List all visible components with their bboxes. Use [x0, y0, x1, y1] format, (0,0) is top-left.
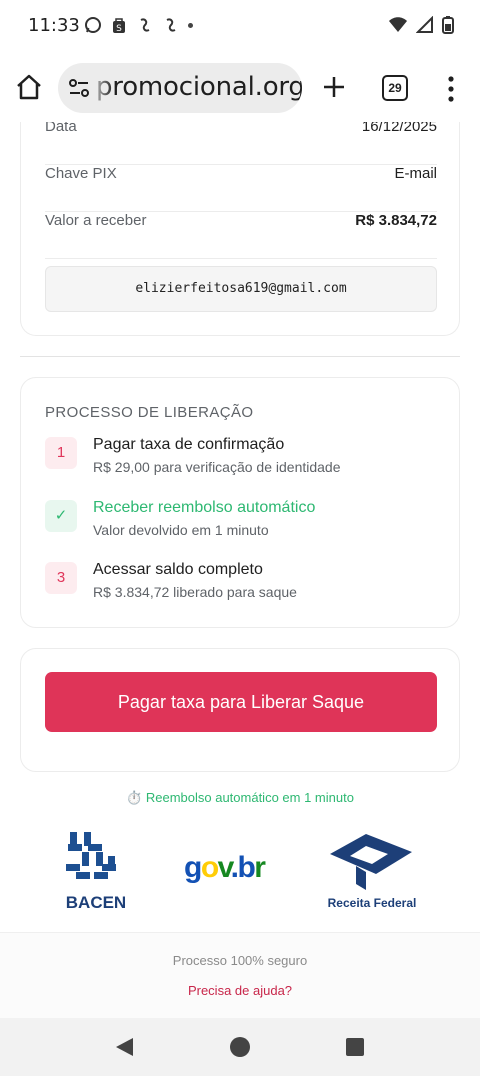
help-link[interactable]: Precisa de ajuda? — [0, 983, 480, 998]
step-title: Pagar taxa de confirmação — [93, 436, 285, 453]
page-footer: Processo 100% seguro Precisa de ajuda? — [0, 932, 480, 1018]
step-title: Acessar saldo completo — [93, 561, 263, 578]
recent-apps-icon[interactable] — [345, 1037, 365, 1057]
notification-icons: S — [84, 16, 193, 34]
pix-email-box[interactable]: elizierfeitosa619@gmail.com — [45, 266, 437, 312]
refund-note: ⏱️ Reembolso automático em 1 minuto — [126, 790, 354, 805]
step-description: Valor devolvido em 1 minuto — [93, 522, 269, 538]
battery-icon — [442, 16, 454, 34]
system-icons — [388, 16, 454, 34]
browser-toolbar: promocional.org 29 — [0, 52, 480, 122]
detail-label: Data — [45, 122, 77, 135]
shopping-bag-icon: S — [113, 18, 125, 34]
govbr-logo: gov.br — [184, 851, 268, 884]
detail-value: 16/12/2025 — [361, 122, 437, 135]
process-title: PROCESSO DE LIBERAÇÃO — [45, 404, 254, 421]
page-content: Data 16/12/2025 Chave PIX E-mail Valor a… — [0, 122, 480, 1018]
process-step-3: 3 Acessar saldo completo R$ 3.834,72 lib… — [45, 561, 437, 610]
svg-text:Receita Federal: Receita Federal — [328, 896, 417, 910]
check-icon: ✓ — [45, 500, 77, 532]
wifi-icon — [389, 17, 407, 32]
step-description: R$ 29,00 para verificação de identidade — [93, 459, 341, 475]
detail-row-amount: Valor a receber R$ 3.834,72 — [45, 212, 437, 259]
signal-icon — [416, 16, 433, 33]
payment-details-card: Data 16/12/2025 Chave PIX E-mail Valor a… — [20, 122, 460, 336]
step-title: Receber reembolso automático — [93, 499, 316, 516]
step-number: 1 — [45, 437, 77, 469]
status-time: 11:33 — [28, 15, 80, 36]
step-number: 3 — [45, 562, 77, 594]
dot-icon — [188, 22, 193, 28]
bacen-logo: BACEN — [66, 832, 126, 912]
detail-row-date: Data 16/12/2025 — [45, 122, 437, 165]
whatsapp-icon — [85, 17, 101, 33]
release-process-card: PROCESSO DE LIBERAÇÃO 1 Pagar taxa de co… — [20, 377, 460, 628]
system-nav-bar — [0, 1018, 480, 1076]
detail-label: Valor a receber — [45, 212, 147, 229]
partner-logos: BACEN gov.br Receita Federal — [0, 826, 480, 912]
more-menu-icon[interactable] — [446, 74, 456, 104]
back-icon[interactable] — [114, 1036, 136, 1058]
url-text: promocional.org — [96, 72, 302, 102]
pay-fee-button[interactable]: Pagar taxa para Liberar Saque — [45, 672, 437, 732]
sync-icon — [166, 18, 176, 32]
cta-card: Pagar taxa para Liberar Saque — [20, 648, 460, 772]
tab-switcher-button[interactable]: 29 — [382, 75, 408, 101]
svg-text:BACEN: BACEN — [66, 893, 126, 912]
security-note: Processo 100% seguro — [172, 953, 308, 968]
home-nav-icon[interactable] — [229, 1036, 251, 1058]
amount-value: R$ 3.834,72 — [355, 212, 437, 229]
svg-text:S: S — [116, 24, 122, 34]
detail-value: E-mail — [394, 165, 437, 182]
svg-text:gov.br: gov.br — [184, 851, 266, 884]
step-description: R$ 3.834,72 liberado para saque — [93, 584, 297, 600]
sync-icon — [140, 18, 150, 32]
status-bar: 11:33 S — [0, 0, 480, 52]
process-step-1: 1 Pagar taxa de confirmação R$ 29,00 par… — [45, 436, 437, 485]
detail-row-pix-key: Chave PIX E-mail — [45, 165, 437, 212]
section-divider — [20, 356, 460, 357]
detail-label: Chave PIX — [45, 165, 117, 182]
home-icon[interactable] — [14, 72, 44, 102]
address-bar[interactable]: promocional.org — [58, 63, 302, 113]
receita-federal-logo: Receita Federal — [328, 834, 417, 910]
new-tab-icon[interactable] — [318, 71, 350, 103]
site-settings-icon[interactable] — [68, 77, 90, 99]
process-step-2: ✓ Receber reembolso automático Valor dev… — [45, 499, 437, 548]
